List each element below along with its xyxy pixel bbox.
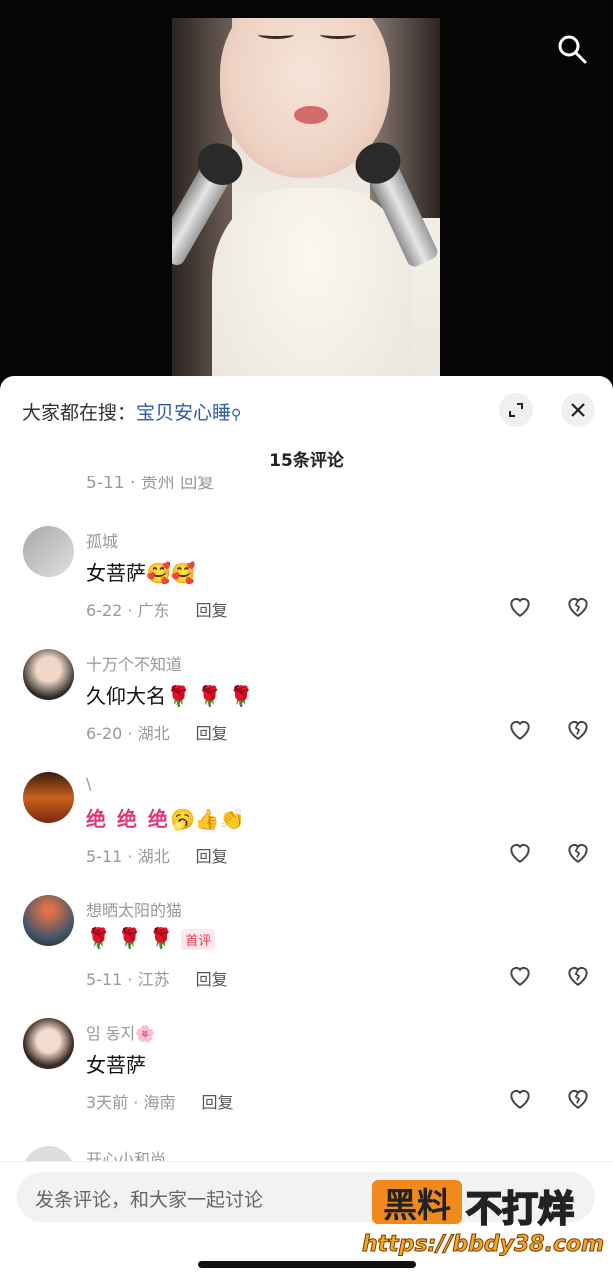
broken-heart-icon[interactable] xyxy=(565,593,591,619)
comment-meta: 5-11 · 江苏 回复 xyxy=(86,970,228,989)
comment-emoji: 🌹 🌹 🌹 xyxy=(86,926,174,950)
comment-item: 想晒太阳的猫 🌹 🌹 🌹 首评 5-11 · 江苏 回复 xyxy=(0,895,613,1018)
avatar[interactable] xyxy=(23,772,74,823)
close-icon[interactable] xyxy=(561,393,595,427)
comment-text: 女菩萨 xyxy=(86,1053,146,1077)
comment-text: 绝 绝 绝🥱👍👏 xyxy=(86,803,245,832)
search-small-icon: ⚲ xyxy=(231,407,242,423)
home-indicator[interactable] xyxy=(198,1261,416,1268)
avatar[interactable] xyxy=(23,895,74,946)
comment-meta: 6-22 · 广东 回复 xyxy=(86,601,228,620)
heart-icon[interactable] xyxy=(507,593,533,619)
comment-username[interactable]: 임 동지🌸 xyxy=(86,1020,155,1044)
comment-count: 15条评论 xyxy=(269,451,344,471)
reply-button[interactable]: 回复 xyxy=(196,724,228,743)
avatar[interactable] xyxy=(23,526,74,577)
comment-item: 임 동지🌸 女菩萨 3天前 · 海南 回复 xyxy=(0,1018,613,1141)
sheet-header: 大家都在搜：宝贝安心睡⚲ xyxy=(0,376,613,446)
comment-text: 久仰大名🌹 🌹 🌹 xyxy=(86,684,254,708)
avatar[interactable] xyxy=(23,649,74,700)
comment-date: 3天前 xyxy=(86,1093,129,1112)
reply-button[interactable]: 回复 xyxy=(196,847,228,866)
comment-text: 🌹 🌹 🌹 首评 xyxy=(86,926,216,950)
expand-icon[interactable] xyxy=(499,393,533,427)
comment-item: 十万个不知道 久仰大名🌹 🌹 🌹 6-20 · 湖北 回复 xyxy=(0,649,613,772)
comment-date: 5-11 xyxy=(86,970,123,989)
comment-meta: 5-11 · 湖北 回复 xyxy=(86,847,228,866)
broken-heart-icon[interactable] xyxy=(565,716,591,742)
first-comment-badge: 首评 xyxy=(181,929,216,950)
heart-icon[interactable] xyxy=(507,962,533,988)
broken-heart-icon[interactable] xyxy=(565,1085,591,1111)
watermark-url: https://bbdy38.com xyxy=(361,1232,605,1258)
comment-location: 湖北 xyxy=(137,724,170,743)
comment-emphasis-text: 绝 绝 绝 xyxy=(86,807,170,831)
partial-comment-top: 5-11 · 贵州 回复 xyxy=(0,476,613,498)
comment-emoji: 🥱👍👏 xyxy=(169,807,245,831)
watermark-box: 黑料 xyxy=(372,1180,462,1226)
video-thumbnail xyxy=(172,18,440,398)
comment-location: 广东 xyxy=(137,601,170,620)
avatar[interactable] xyxy=(23,1018,74,1069)
comment-date: 6-22 xyxy=(86,601,123,620)
comment-date: 5-11 xyxy=(86,847,123,866)
comment-meta: 5-11 · 贵州 回复 xyxy=(86,476,215,493)
hot-search-keyword[interactable]: 宝贝安心睡 xyxy=(136,402,231,424)
broken-heart-icon[interactable] xyxy=(565,839,591,865)
comment-item: \ 绝 绝 绝🥱👍👏 5-11 · 湖北 回复 xyxy=(0,772,613,895)
heart-icon[interactable] xyxy=(507,839,533,865)
comment-item: 孤城 女菩萨🥰🥰 6-22 · 广东 回复 xyxy=(0,526,613,649)
comment-location: 海南 xyxy=(143,1093,176,1112)
comment-text: 女菩萨🥰🥰 xyxy=(86,561,196,585)
reply-button[interactable]: 回复 xyxy=(201,1093,233,1112)
watermark-side: 不打烊 xyxy=(465,1188,575,1231)
reply-button[interactable]: 回复 xyxy=(196,601,228,620)
comment-input-placeholder: 发条评论，和大家一起讨论 xyxy=(35,1189,264,1211)
comment-username[interactable]: 十万个不知道 xyxy=(86,651,182,675)
comment-location: 湖北 xyxy=(137,847,170,866)
comment-sheet: 大家都在搜：宝贝安心睡⚲ 15条评论 5-11 · 贵州 回复 孤城 女菩萨🥰🥰… xyxy=(0,376,613,1280)
video-player[interactable] xyxy=(0,0,613,400)
hot-search[interactable]: 大家都在搜：宝贝安心睡⚲ xyxy=(22,398,241,425)
broken-heart-icon[interactable] xyxy=(565,962,591,988)
comment-username[interactable]: \ xyxy=(86,774,91,793)
comment-username[interactable]: 孤城 xyxy=(86,528,118,552)
reply-button[interactable]: 回复 xyxy=(196,970,228,989)
heart-icon[interactable] xyxy=(507,716,533,742)
hot-search-prefix: 大家都在搜： xyxy=(22,402,137,424)
heart-icon[interactable] xyxy=(507,1085,533,1111)
watermark-logo: 黑料 不打烊 https://bbdy38.com xyxy=(361,1180,612,1260)
comment-meta: 6-20 · 湖北 回复 xyxy=(86,724,228,743)
search-icon[interactable] xyxy=(556,33,588,65)
comment-meta: 3天前 · 海南 回复 xyxy=(86,1093,234,1112)
comment-location: 江苏 xyxy=(137,970,170,989)
comment-username[interactable]: 想晒太阳的猫 xyxy=(86,897,182,921)
comment-date: 6-20 xyxy=(86,724,123,743)
